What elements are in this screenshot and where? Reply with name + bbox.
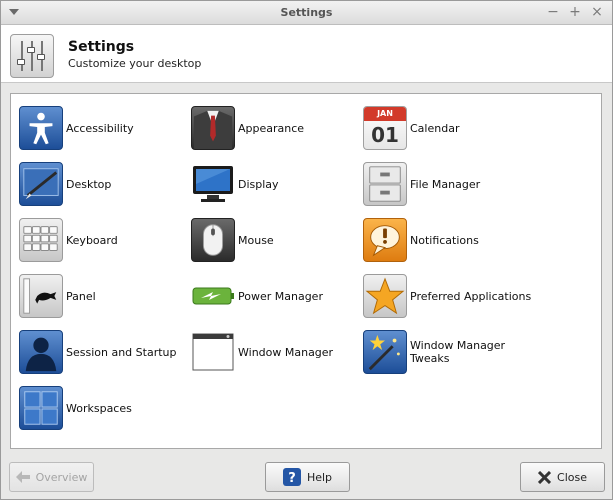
page-title: Settings [68,39,135,55]
item-label: Workspaces [66,401,132,415]
settings-item-power-manager[interactable]: Power Manager [191,273,323,319]
item-label: Panel [66,289,96,303]
keyboard-icon [19,218,63,262]
item-label: Notifications [410,233,479,247]
item-label: Display [238,177,279,191]
settings-item-calendar[interactable]: JAN 01 Calendar [363,105,459,151]
back-arrow-icon [15,471,30,483]
item-label: Window Manager [238,345,334,359]
item-label: Calendar [410,121,460,135]
settings-item-panel[interactable]: Panel [19,273,96,319]
item-label: Preferred Applications [410,289,532,303]
item-label: Power Manager [238,289,323,303]
notification-bubble-icon [363,218,407,262]
window-icon [191,330,235,374]
workspaces-grid-icon [19,386,63,430]
settings-item-display[interactable]: Display [191,161,279,207]
settings-item-appearance[interactable]: Appearance [191,105,304,151]
settings-item-notifications[interactable]: Notifications [363,217,479,263]
settings-item-window-manager-tweaks[interactable]: Window Manager Tweaks [363,329,505,375]
maximize-button[interactable]: + [567,4,583,20]
settings-window: Settings − + × Settings Customize your d… [0,0,613,500]
panel-icon [19,274,63,318]
wand-icon [363,330,407,374]
close-x-icon [538,470,552,484]
user-silhouette-icon [19,330,63,374]
help-icon: ? [282,468,301,486]
settings-item-accessibility[interactable]: Accessibility [19,105,134,151]
item-label: Session and Startup [66,345,177,359]
desktop-icon [19,162,63,206]
settings-items-panel: Accessibility Appearance JAN 01 Calendar… [10,93,602,449]
item-label: Mouse [238,233,274,247]
minimize-button[interactable]: − [545,4,561,20]
settings-item-file-manager[interactable]: File Manager [363,161,480,207]
help-button[interactable]: ? Help [265,462,350,492]
settings-item-window-manager[interactable]: Window Manager [191,329,333,375]
item-label: File Manager [410,177,481,191]
item-label: Window Manager Tweaks [410,339,506,365]
battery-icon [191,274,235,318]
page-subtitle: Customize your desktop [68,57,202,70]
calendar-month: JAN [377,109,393,118]
settings-item-preferred-applications[interactable]: Preferred Applications [363,273,531,319]
help-label: Help [306,470,333,484]
accessibility-icon [19,106,63,150]
calendar-icon: JAN 01 [363,106,407,150]
close-label: Close [557,470,587,484]
display-monitor-icon [191,162,235,206]
settings-item-session-startup[interactable]: Session and Startup [19,329,176,375]
window-title: Settings [280,6,333,19]
overview-button[interactable]: Overview [9,462,94,492]
item-label: Appearance [238,121,305,135]
file-cabinet-icon [363,162,407,206]
settings-item-desktop[interactable]: Desktop [19,161,111,207]
star-icon [363,274,407,318]
settings-sliders-icon [10,34,54,78]
item-label: Desktop [66,177,112,191]
mouse-icon [191,218,235,262]
item-label: Accessibility [66,121,134,135]
settings-header: Settings Customize your desktop [1,25,612,83]
svg-text:?: ? [288,471,296,486]
close-button[interactable]: Close [520,462,605,492]
overview-label: Overview [35,470,88,484]
appearance-suit-icon [191,106,235,150]
settings-item-workspaces[interactable]: Workspaces [19,385,132,431]
titlebar[interactable]: Settings − + × [1,1,612,25]
item-label: Keyboard [66,233,118,247]
calendar-day: 01 [371,123,399,147]
settings-item-mouse[interactable]: Mouse [191,217,274,263]
close-window-button[interactable]: × [589,4,605,20]
settings-item-keyboard[interactable]: Keyboard [19,217,118,263]
